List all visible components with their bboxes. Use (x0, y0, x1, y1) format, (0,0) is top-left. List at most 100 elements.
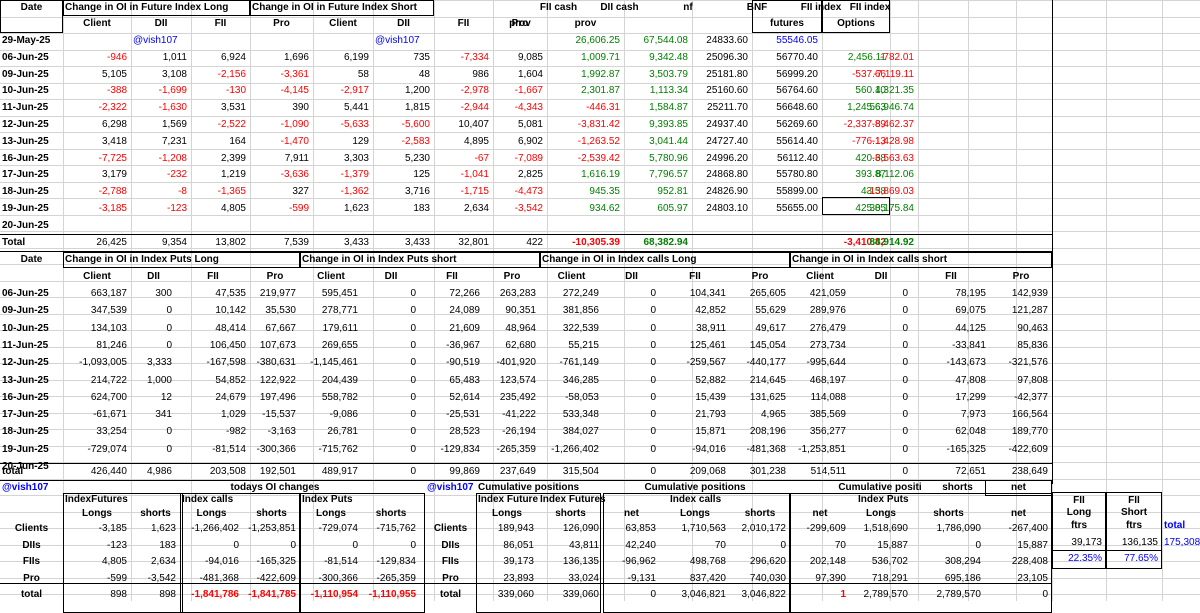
data-cell[interactable] (434, 218, 493, 234)
data-cell[interactable]: 300 (131, 286, 176, 302)
data-cell[interactable]: -259,567 (660, 355, 730, 371)
data-cell[interactable] (250, 33, 313, 49)
data-cell[interactable]: 3,716 (373, 184, 434, 200)
row-date[interactable]: 13-Jun-25 (0, 134, 63, 150)
data-cell[interactable]: 1,604 (493, 67, 547, 83)
data-cell[interactable]: 4,321.35 (875, 83, 918, 99)
row-label[interactable]: Pro (0, 571, 63, 587)
row-date[interactable]: 09-Jun-25 (0, 303, 63, 319)
data-cell[interactable]: 58 (313, 67, 373, 83)
data-cell[interactable] (822, 218, 890, 234)
row-date[interactable]: 06-Jun-25 (0, 50, 63, 66)
data-cell[interactable] (692, 218, 752, 234)
data-cell[interactable]: 9,085 (493, 50, 547, 66)
total-cell[interactable] (692, 235, 752, 251)
data-cell[interactable]: 85,836 (990, 338, 1052, 354)
data-cell[interactable]: 25160.60 (692, 83, 752, 99)
row-date[interactable]: 10-Jun-25 (0, 83, 63, 99)
data-cell[interactable]: 3,418 (63, 134, 131, 150)
data-cell[interactable]: -946 (63, 50, 131, 66)
data-cell[interactable]: -782.01 (880, 50, 918, 66)
subheader[interactable]: Client (63, 16, 131, 32)
data-cell[interactable]: 347,539 (63, 303, 131, 319)
data-cell[interactable]: 44,125 (912, 321, 990, 337)
subheader[interactable]: Client (790, 269, 850, 285)
total-cell[interactable]: 238,649 (990, 464, 1052, 480)
data-cell[interactable]: -7,725 (63, 151, 131, 167)
data-cell[interactable] (752, 218, 822, 234)
data-cell[interactable]: 47,535 (176, 286, 250, 302)
total-cell[interactable]: 301,238 (730, 464, 790, 480)
data-cell[interactable]: -2,917 (313, 83, 373, 99)
data-cell[interactable]: 1,200 (373, 83, 434, 99)
data-cell[interactable]: 56,946.74 (870, 100, 918, 116)
data-cell[interactable]: 208,196 (730, 424, 790, 440)
data-cell[interactable]: 72,266 (420, 286, 484, 302)
data-cell[interactable]: 24996.20 (692, 151, 752, 167)
data-cell[interactable]: 204,439 (300, 373, 362, 389)
data-cell[interactable]: -1,145,461 (300, 355, 362, 371)
total-cell[interactable]: 514,511 (790, 464, 850, 480)
data-cell[interactable]: -2,583 (373, 134, 434, 150)
row-label[interactable]: Clients (0, 521, 63, 537)
data-cell[interactable]: 265,605 (730, 286, 790, 302)
data-cell[interactable]: -42,377 (990, 390, 1052, 406)
row-date[interactable]: 16-Jun-25 (0, 151, 63, 167)
data-cell[interactable]: 78,195 (912, 286, 990, 302)
data-cell[interactable]: 179,611 (300, 321, 362, 337)
data-cell[interactable]: 6,298 (63, 117, 131, 133)
data-cell[interactable]: 0 (362, 303, 420, 319)
data-cell[interactable]: 0 (362, 390, 420, 406)
data-cell[interactable]: 67,544.08 (624, 33, 692, 49)
data-cell[interactable]: 322,539 (540, 321, 603, 337)
data-cell[interactable]: 52,882 (660, 373, 730, 389)
data-cell[interactable]: 6,924 (191, 50, 250, 66)
data-cell[interactable]: 214,722 (63, 373, 131, 389)
data-cell[interactable]: 595,451 (300, 286, 362, 302)
data-cell[interactable]: 56999.20 (752, 67, 822, 83)
data-cell[interactable]: 0 (850, 338, 912, 354)
data-cell[interactable]: -33,841 (912, 338, 990, 354)
subheader[interactable]: FII (912, 269, 990, 285)
data-cell[interactable]: 1,992.87 (547, 67, 624, 83)
data-cell[interactable]: -3,185 (63, 201, 131, 217)
data-cell[interactable]: 934.62 (547, 201, 624, 217)
data-cell[interactable]: 0 (362, 424, 420, 440)
total-label[interactable]: total (0, 464, 63, 480)
total-cell[interactable]: 72,651 (912, 464, 990, 480)
total-cell[interactable]: 209,068 (660, 464, 730, 480)
data-cell[interactable]: 0 (603, 373, 660, 389)
data-cell[interactable]: -1,093,005 (63, 355, 131, 371)
total-cell[interactable]: 489,917 (300, 464, 362, 480)
data-cell[interactable]: @vish107 (373, 33, 434, 49)
row-date[interactable]: 13-Jun-25 (0, 373, 63, 389)
subheader[interactable]: prov (493, 16, 547, 32)
row-label[interactable]: FIIs (0, 554, 63, 570)
row-date[interactable]: 10-Jun-25 (0, 321, 63, 337)
data-cell[interactable]: -123 (131, 201, 191, 217)
data-cell[interactable]: -36,967 (420, 338, 484, 354)
data-cell[interactable]: -1,090 (250, 117, 313, 133)
data-cell[interactable]: 30,175.84 (870, 201, 918, 217)
data-cell[interactable]: -5,600 (373, 117, 434, 133)
total-cell[interactable]: 3,433 (313, 235, 373, 251)
total-cell[interactable]: 26,425 (63, 235, 131, 251)
data-cell[interactable]: 558,782 (300, 390, 362, 406)
data-cell[interactable]: 273,734 (790, 338, 850, 354)
data-cell[interactable]: 106,450 (176, 338, 250, 354)
data-cell[interactable]: 134,103 (63, 321, 131, 337)
data-cell[interactable]: 219,977 (250, 286, 300, 302)
data-cell[interactable]: -1,362 (313, 184, 373, 200)
data-cell[interactable]: -2,978 (434, 83, 493, 99)
data-cell[interactable]: 214,645 (730, 373, 790, 389)
data-cell[interactable]: 0 (850, 442, 912, 458)
data-cell[interactable]: 5,780.96 (624, 151, 692, 167)
data-cell[interactable]: 533,348 (540, 407, 603, 423)
data-cell[interactable]: -321,576 (990, 355, 1052, 371)
data-cell[interactable] (313, 33, 373, 49)
data-cell[interactable] (890, 33, 918, 49)
data-cell[interactable]: -1,041 (434, 167, 493, 183)
data-cell[interactable]: 125,461 (660, 338, 730, 354)
data-cell[interactable]: -129,834 (420, 442, 484, 458)
data-cell[interactable]: -2,156 (191, 67, 250, 83)
